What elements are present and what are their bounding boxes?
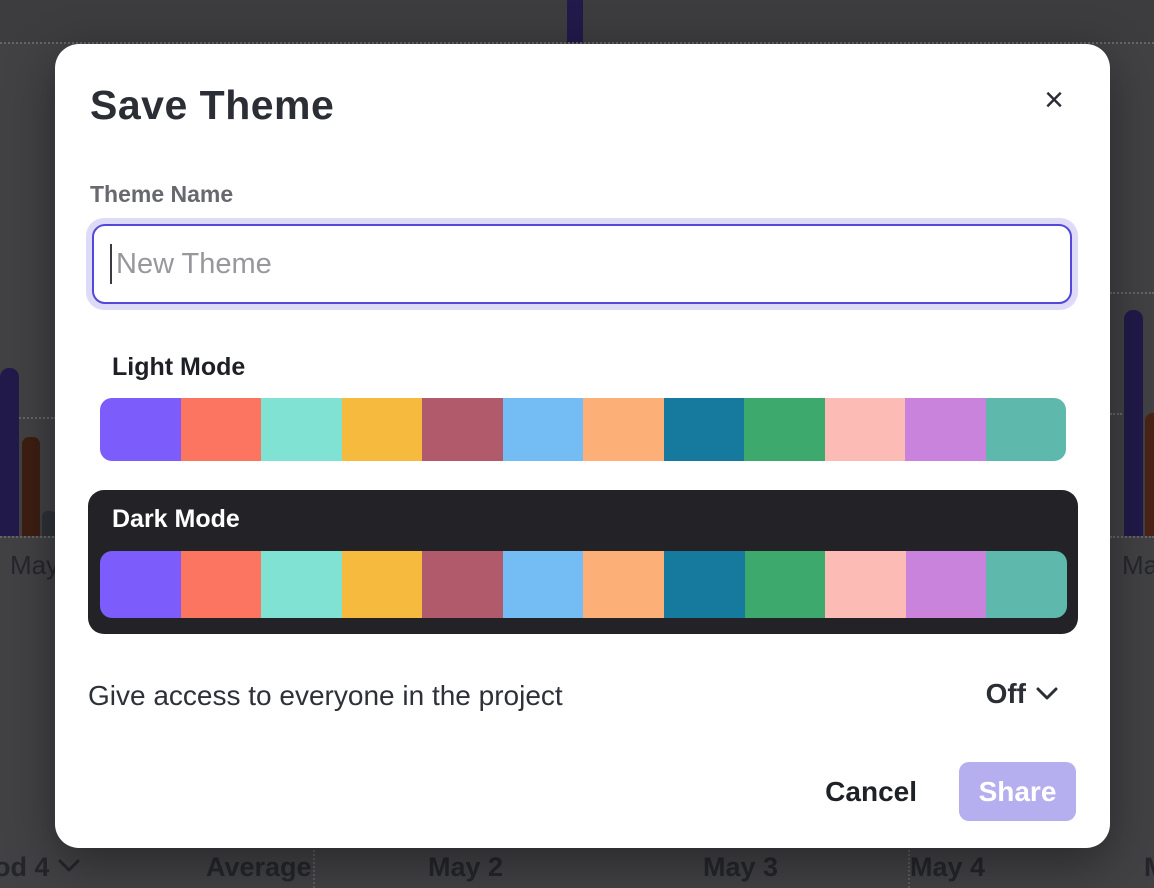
color-swatch (261, 398, 342, 461)
color-swatch (422, 398, 503, 461)
x-axis-label-left: May (10, 550, 59, 581)
color-swatch (905, 398, 986, 461)
x-axis-label-may2: May 2 (428, 852, 503, 883)
chart-bar (1124, 310, 1143, 536)
access-dropdown-value: Off (986, 678, 1026, 710)
x-axis-label-right: Ma (1122, 550, 1154, 581)
chevron-down-icon (1036, 687, 1058, 701)
color-swatch (261, 551, 342, 618)
chevron-down-icon[interactable] (58, 858, 80, 874)
color-swatch (744, 398, 825, 461)
color-swatch (100, 398, 181, 461)
color-swatch (503, 551, 584, 618)
gridline (0, 536, 58, 538)
color-swatch (100, 551, 181, 618)
x-axis-label-may3: May 3 (703, 852, 778, 883)
dialog-title: Save Theme (90, 82, 334, 129)
chart-bar (567, 0, 583, 43)
color-swatch (986, 398, 1067, 461)
color-swatch (664, 551, 745, 618)
theme-name-input[interactable] (92, 224, 1072, 304)
theme-name-focus-ring (86, 218, 1078, 310)
save-theme-dialog: Save Theme × Theme Name Light Mode Dark … (55, 44, 1110, 848)
x-axis-strip: od 4 Average May 2 May 3 May 4 M (0, 848, 1154, 888)
color-swatch (583, 398, 664, 461)
access-label: Give access to everyone in the project (88, 680, 563, 712)
color-swatch (986, 551, 1067, 618)
chart-bar (42, 511, 56, 536)
color-swatch (906, 551, 987, 618)
chart-bar (1145, 413, 1154, 536)
color-swatch (825, 398, 906, 461)
text-caret (110, 244, 112, 284)
gridline (1110, 292, 1154, 294)
color-swatch (342, 398, 423, 461)
dialog-actions: Cancel Share (825, 762, 1076, 821)
chart-bar (22, 437, 40, 536)
axis-separator (313, 845, 315, 888)
color-swatch (342, 551, 423, 618)
color-swatch (181, 398, 262, 461)
dark-mode-label: Dark Mode (112, 505, 240, 534)
color-swatch (503, 398, 584, 461)
theme-name-label: Theme Name (90, 181, 233, 208)
x-axis-label-partial: M (1144, 852, 1154, 883)
x-axis-label-may4: May 4 (910, 852, 985, 883)
share-button[interactable]: Share (959, 762, 1076, 821)
cancel-button[interactable]: Cancel (825, 776, 917, 808)
gridline (1110, 536, 1154, 538)
dark-mode-card: Dark Mode (88, 490, 1078, 634)
chart-bar (0, 368, 19, 536)
color-swatch (181, 551, 262, 618)
color-swatch (825, 551, 906, 618)
light-mode-label: Light Mode (112, 353, 245, 382)
light-mode-palette (100, 398, 1066, 461)
color-swatch (422, 551, 503, 618)
dark-mode-palette (100, 551, 1067, 618)
color-swatch (745, 551, 826, 618)
period-selector-label[interactable]: od 4 (0, 852, 50, 883)
gridline (1110, 413, 1122, 415)
close-icon[interactable]: × (1038, 84, 1070, 116)
x-axis-label-average: Average (206, 852, 312, 883)
access-row: Give access to everyone in the project O… (88, 678, 1078, 718)
color-swatch (583, 551, 664, 618)
color-swatch (664, 398, 745, 461)
access-dropdown[interactable]: Off (986, 678, 1058, 710)
